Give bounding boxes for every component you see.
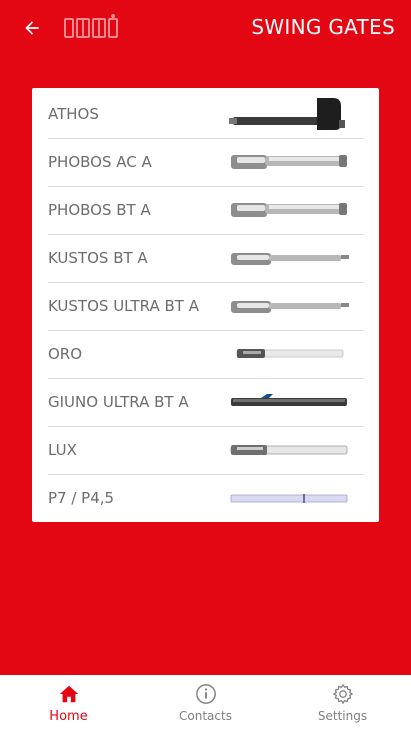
product-label: PHOBOS AC A <box>48 153 152 171</box>
nav-label: Contacts <box>179 709 232 723</box>
nav-home[interactable]: Home <box>0 675 137 731</box>
list-item[interactable]: ORO <box>48 330 363 378</box>
arrow-left-icon <box>25 21 39 35</box>
list-item[interactable]: P7 / P4,5 <box>48 474 363 522</box>
bottom-navigation: Home Contacts Settings <box>0 675 411 731</box>
product-label: LUX <box>48 441 77 459</box>
lux-operator-image <box>230 445 348 455</box>
phobos-ac-operator-image <box>231 155 347 169</box>
product-label: ATHOS <box>48 105 99 123</box>
brand-logo-icon <box>64 14 120 40</box>
back-button[interactable] <box>20 16 44 40</box>
gear-icon <box>332 684 353 704</box>
list-item[interactable]: ATHOS <box>48 90 363 138</box>
giuno-operator-image <box>231 394 347 406</box>
list-item[interactable]: GIUNO ULTRA BT A <box>48 378 363 426</box>
info-icon <box>195 684 216 704</box>
athos-operator-image <box>229 98 345 130</box>
home-icon <box>59 685 78 703</box>
oro-operator-image <box>236 349 344 358</box>
list-item[interactable]: LUX <box>48 426 363 474</box>
product-label: P7 / P4,5 <box>48 489 115 507</box>
product-label: PHOBOS BT A <box>48 201 151 219</box>
nav-contacts[interactable]: Contacts <box>137 675 274 731</box>
product-label: ORO <box>48 345 83 363</box>
kustos-ultra-operator-image <box>231 301 349 313</box>
list-item[interactable]: PHOBOS BT A <box>48 186 363 234</box>
nav-settings[interactable]: Settings <box>274 675 411 731</box>
product-label: KUSTOS BT A <box>48 249 148 267</box>
page-title: SWING GATES <box>251 15 395 39</box>
product-label: KUSTOS ULTRA BT A <box>48 297 199 315</box>
list-item[interactable]: PHOBOS AC A <box>48 138 363 186</box>
list-item[interactable]: KUSTOS ULTRA BT A <box>48 282 363 330</box>
p7-operator-image <box>230 494 348 503</box>
product-label: GIUNO ULTRA BT A <box>48 393 189 411</box>
nav-label: Home <box>49 709 88 724</box>
phobos-bt-operator-image <box>231 203 347 217</box>
app-bar: SWING GATES <box>0 0 411 56</box>
kustos-bt-operator-image <box>231 253 349 265</box>
nav-label: Settings <box>317 709 368 723</box>
list-item[interactable]: KUSTOS BT A <box>48 234 363 282</box>
product-list-card: ATHOS PHOBOS AC A PHOBOS BT A KUSTOS BT … <box>32 88 379 522</box>
